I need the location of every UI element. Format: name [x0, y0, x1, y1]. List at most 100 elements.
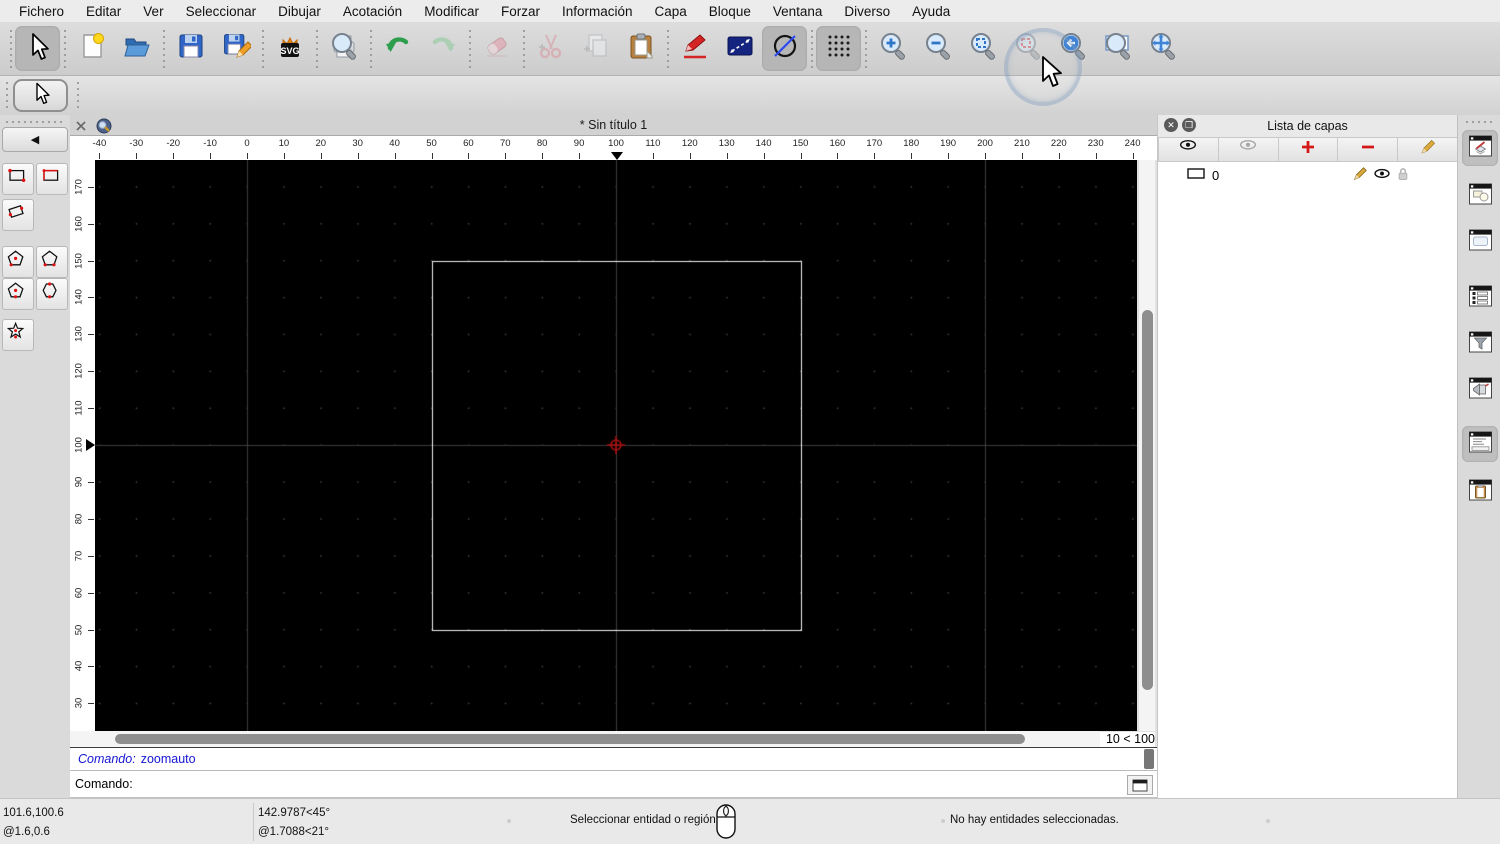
ruler-label: -10: [203, 138, 217, 149]
isometric-toggle-button[interactable]: [762, 26, 807, 71]
zoom-window-button[interactable]: [1095, 26, 1140, 71]
horizontal-scrollbar-thumb[interactable]: [115, 734, 1025, 744]
ruler-label: 130: [718, 138, 735, 149]
layer-visible-icon[interactable]: [1373, 166, 1391, 185]
strip-handle[interactable]: [1464, 120, 1494, 124]
zoom-out-icon: [923, 31, 953, 66]
vertical-scrollbar[interactable]: [1138, 160, 1155, 731]
document-title: * Sin título 1: [579, 118, 648, 132]
block-list-dock-toggle[interactable]: [1462, 178, 1498, 214]
undo-button[interactable]: [375, 26, 420, 71]
layer-list-dock-toggle[interactable]: [1462, 130, 1498, 166]
ruler-label: 180: [903, 138, 920, 149]
zoom-auto-icon: [968, 31, 998, 66]
ruler-label: 210: [1013, 138, 1030, 149]
open-file-button[interactable]: [114, 26, 159, 71]
paste-button[interactable]: [618, 26, 663, 71]
menu-acotacin[interactable]: Acotación: [332, 4, 413, 19]
delete-button: [474, 26, 519, 71]
ruler-label: 30: [352, 138, 363, 149]
palette-handle[interactable]: [4, 120, 62, 124]
palette-back-button[interactable]: ◀: [2, 127, 68, 152]
menu-bloque[interactable]: Bloque: [698, 4, 762, 19]
ortho-rect-button[interactable]: [717, 26, 762, 71]
menu-forzar[interactable]: Forzar: [490, 4, 551, 19]
menu-fichero[interactable]: Fichero: [8, 4, 75, 19]
rectangle-sides-tool[interactable]: [36, 163, 68, 195]
ruler-position-marker-left: [86, 439, 95, 451]
polygon-center-tangent-tool[interactable]: [2, 278, 34, 310]
pen-attributes-button[interactable]: [672, 26, 717, 71]
ruler-label: 90: [73, 476, 85, 488]
toolbar-separator: [60, 29, 69, 68]
ruler-label: 50: [426, 138, 437, 149]
layer-lock-icon[interactable]: [1396, 166, 1410, 185]
horizontal-scrollbar[interactable]: [70, 731, 1100, 747]
polygon-center-corner-tool[interactable]: [2, 246, 34, 278]
pencil-icon: [1419, 138, 1437, 161]
menu-seleccionar[interactable]: Seleccionar: [175, 4, 268, 19]
print-preview-button[interactable]: [321, 26, 366, 71]
export-svg-button[interactable]: SVG: [267, 26, 312, 71]
pen-wizard-dock-toggle[interactable]: [1462, 372, 1498, 408]
polygon-side-tool[interactable]: [36, 278, 68, 310]
toolbar-separator: [861, 29, 870, 68]
menu-diverso[interactable]: Diverso: [833, 4, 901, 19]
layer-toolbar-eye-button[interactable]: [1158, 137, 1219, 162]
command-input[interactable]: Comando:: [70, 771, 1157, 798]
toolbar-handle[interactable]: [76, 80, 80, 110]
toolbar-separator: [807, 29, 816, 68]
redo-icon: [428, 31, 458, 66]
toolbar-handle[interactable]: [5, 80, 9, 110]
save-as-button[interactable]: [213, 26, 258, 71]
ruler-label: 160: [73, 215, 85, 232]
menu-capa[interactable]: Capa: [644, 4, 698, 19]
zoom-pan-button[interactable]: [1140, 26, 1185, 71]
zoom-out-button[interactable]: [915, 26, 960, 71]
ruler-label: 150: [73, 252, 85, 269]
tab-close-icon[interactable]: [74, 119, 88, 133]
select-arrow-button[interactable]: [15, 26, 60, 71]
ruler-label: 190: [940, 138, 957, 149]
layer-row[interactable]: 0: [1158, 164, 1458, 186]
menu-modificar[interactable]: Modificar: [413, 4, 490, 19]
layer-toolbar-minus-button[interactable]: [1338, 137, 1399, 162]
pen-red-icon: [680, 31, 710, 66]
paste-icon: [626, 31, 656, 66]
document-icon: [96, 118, 112, 134]
entity-list-dock-toggle[interactable]: [1462, 280, 1498, 316]
menu-ayuda[interactable]: Ayuda: [901, 4, 961, 19]
menu-informacin[interactable]: Información: [551, 4, 644, 19]
menu-ventana[interactable]: Ventana: [762, 4, 834, 19]
command-history: Comando: zoomauto: [70, 747, 1157, 771]
menu-dibujar[interactable]: Dibujar: [267, 4, 332, 19]
rectangle-2-points-tool[interactable]: [2, 163, 34, 195]
drawing-canvas[interactable]: [95, 160, 1137, 731]
ruler-label: 170: [73, 178, 85, 195]
zoom-auto-button[interactable]: [960, 26, 1005, 71]
grid-toggle-button[interactable]: [816, 26, 861, 71]
star-tool[interactable]: [2, 319, 34, 351]
menu-ver[interactable]: Ver: [132, 4, 174, 19]
command-dock-button[interactable]: [1127, 775, 1153, 795]
vertical-scrollbar-thumb[interactable]: [1142, 310, 1153, 690]
menu-editar[interactable]: Editar: [75, 4, 132, 19]
rectangle-3-points-tool[interactable]: [2, 199, 34, 231]
clipboard-dock-toggle[interactable]: [1462, 474, 1498, 510]
selection-pointer-button[interactable]: [13, 79, 68, 112]
layer-toolbar-eye-gray-button[interactable]: [1218, 137, 1279, 162]
filter-dock-toggle[interactable]: [1462, 326, 1498, 362]
zoom-window-icon: [1103, 31, 1133, 66]
command-history-scrollbar[interactable]: [1144, 749, 1154, 769]
library-browser-dock-toggle[interactable]: [1462, 224, 1498, 260]
status-bar: 101.6,100.6 @1.6,0.6 142.9787<45° @1.708…: [0, 798, 1500, 844]
zoom-in-button[interactable]: [870, 26, 915, 71]
layer-toolbar-plus-button[interactable]: [1278, 137, 1339, 162]
save-button[interactable]: [168, 26, 213, 71]
polygon-2-corners-tool[interactable]: [36, 246, 68, 278]
new-file-button[interactable]: [69, 26, 114, 71]
layer-toolbar-pencil-button[interactable]: [1398, 137, 1458, 162]
layer-edit-icon[interactable]: [1352, 166, 1368, 185]
command-dock-toggle[interactable]: [1462, 426, 1498, 462]
ruler-label: 100: [73, 437, 85, 453]
